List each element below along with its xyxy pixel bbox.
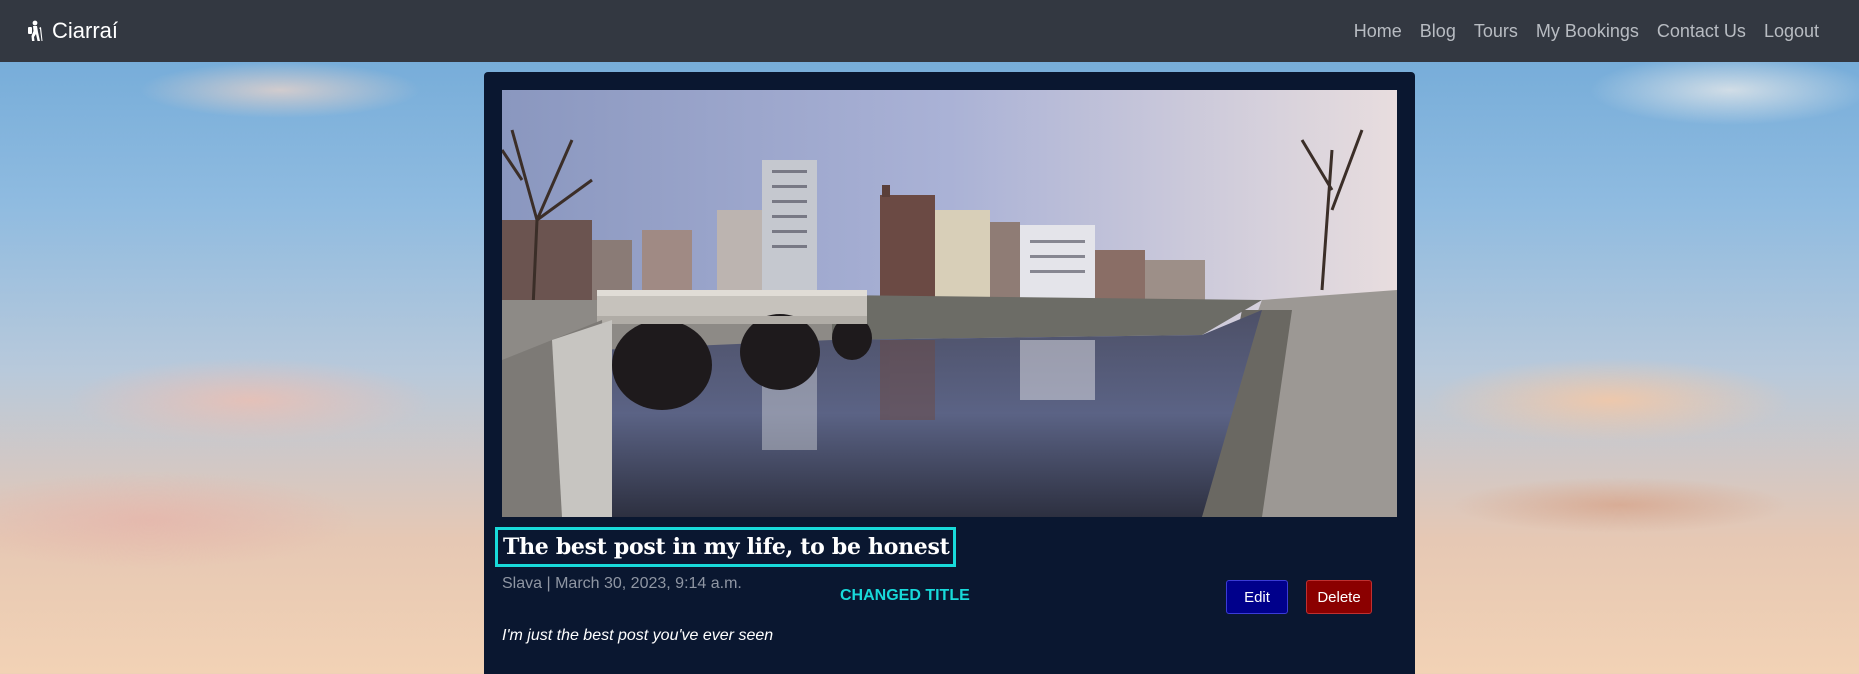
nav-link-tours[interactable]: Tours bbox=[1474, 21, 1518, 42]
changed-title-annotation: CHANGED TITLE bbox=[840, 587, 970, 604]
brand-name: Ciarraí bbox=[52, 18, 119, 43]
nav-links: Home Blog Tours My Bookings Contact Us L… bbox=[1354, 21, 1819, 42]
edit-button[interactable]: Edit bbox=[1226, 580, 1288, 614]
post-meta: Slava | March 30, 2023, 9:14 a.m. bbox=[502, 575, 742, 593]
hiking-icon bbox=[26, 20, 44, 42]
nav-link-my-bookings[interactable]: My Bookings bbox=[1536, 21, 1639, 42]
post-title: The best post in my life, to be honest bbox=[503, 534, 950, 560]
nav-link-logout[interactable]: Logout bbox=[1764, 21, 1819, 42]
delete-button[interactable]: Delete bbox=[1306, 580, 1372, 614]
navbar: Ciarraí Home Blog Tours My Bookings Cont… bbox=[0, 0, 1859, 62]
post-date: March 30, 2023, 9:14 a.m. bbox=[555, 575, 742, 592]
nav-link-contact-us[interactable]: Contact Us bbox=[1657, 21, 1746, 42]
brand-link[interactable]: Ciarraí bbox=[26, 18, 118, 44]
post-image bbox=[502, 90, 1397, 517]
nav-link-blog[interactable]: Blog bbox=[1420, 21, 1456, 42]
post-author: Slava bbox=[502, 575, 543, 592]
post-excerpt: I'm just the best post you've ever seen bbox=[502, 627, 774, 644]
nav-link-home[interactable]: Home bbox=[1354, 21, 1402, 42]
post-card: The best post in my life, to be honest S… bbox=[484, 72, 1415, 674]
title-highlight: The best post in my life, to be honest bbox=[495, 527, 956, 567]
meta-separator: | bbox=[546, 575, 551, 592]
